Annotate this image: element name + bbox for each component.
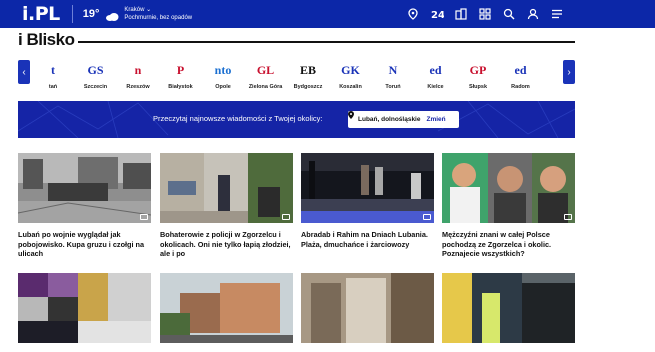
article-card[interactable] bbox=[442, 273, 575, 343]
gallery-icon bbox=[564, 214, 572, 220]
local-news-prompt: Przeczytaj najnowsze wiadomości z Twojej… bbox=[153, 114, 323, 123]
grid-icon[interactable] bbox=[473, 0, 497, 28]
temperature[interactable]: 19° bbox=[83, 8, 100, 20]
svg-text:24: 24 bbox=[431, 10, 444, 20]
user-icon[interactable] bbox=[521, 0, 545, 28]
twentyfour-icon[interactable]: 24 bbox=[425, 0, 449, 28]
buildings-icon[interactable] bbox=[449, 0, 473, 28]
city-logo: ed bbox=[514, 62, 527, 77]
chevron-left-icon: ‹ bbox=[22, 66, 26, 78]
section-title: i Blisko bbox=[18, 30, 75, 49]
article-image bbox=[18, 273, 151, 343]
article-image bbox=[301, 273, 434, 343]
carousel-next-button[interactable]: › bbox=[563, 60, 575, 84]
divider bbox=[71, 5, 73, 23]
city-item[interactable]: ed Radom bbox=[496, 60, 546, 91]
cloud-icon bbox=[105, 9, 119, 21]
article-title[interactable]: Lubań po wojnie wyglądał jak pobojowisko… bbox=[18, 230, 151, 259]
weather-location[interactable]: Kraków ⌄ Pochmurnie, bez opadów bbox=[124, 6, 192, 22]
menu-icon[interactable] bbox=[545, 0, 569, 28]
search-icon[interactable] bbox=[497, 0, 521, 28]
article-card[interactable] bbox=[301, 273, 434, 343]
article-image bbox=[160, 153, 293, 223]
map-pin-icon[interactable] bbox=[401, 0, 425, 28]
article-card[interactable]: Bohaterowie z policji w Zgorzelcu i okol… bbox=[160, 153, 293, 259]
article-image bbox=[442, 153, 575, 223]
city-name: Radom bbox=[511, 84, 530, 90]
location-selector[interactable]: Lubań, dolnośląskie Zmień bbox=[348, 111, 459, 128]
chevron-down-icon: ⌄ bbox=[146, 7, 152, 13]
gallery-icon bbox=[140, 214, 148, 220]
location-value: Lubań, dolnośląskie bbox=[358, 116, 421, 123]
article-title[interactable]: Abradab i Rahim na Dniach Lubania. Plaża… bbox=[301, 230, 434, 249]
local-news-bar: Przeczytaj najnowsze wiadomości z Twojej… bbox=[18, 101, 575, 138]
article-title[interactable]: Bohaterowie z policji w Zgorzelcu i okol… bbox=[160, 230, 293, 259]
article-card[interactable]: Abradab i Rahim na Dniach Lubania. Plaża… bbox=[301, 153, 434, 249]
article-title[interactable]: Mężczyźni znani w całej Polsce pochodzą … bbox=[442, 230, 575, 259]
chevron-right-icon: › bbox=[567, 66, 571, 78]
article-card[interactable] bbox=[18, 273, 151, 343]
site-logo[interactable]: i.PL bbox=[22, 3, 60, 25]
article-image bbox=[18, 153, 151, 223]
article-card[interactable]: Lubań po wojnie wyglądał jak pobojowisko… bbox=[18, 153, 151, 259]
article-image bbox=[442, 273, 575, 343]
city-carousel: ‹ t tań GS Szczecin n Rzeszów P Białystok nto Opo… bbox=[18, 60, 575, 94]
top-navigation-bar: i.PL 19° Kraków ⌄ Pochmurnie, bez opadów… bbox=[0, 0, 655, 28]
article-card[interactable]: Mężczyźni znani w całej Polsce pochodzą … bbox=[442, 153, 575, 259]
article-card[interactable] bbox=[160, 273, 293, 343]
weather-description: Pochmurnie, bez opadów bbox=[124, 15, 193, 21]
change-location-link[interactable]: Zmień bbox=[426, 116, 445, 123]
article-image bbox=[160, 273, 293, 343]
weather-city: Kraków bbox=[124, 7, 145, 13]
article-image bbox=[301, 153, 434, 223]
gallery-icon bbox=[423, 214, 431, 220]
title-rule bbox=[78, 41, 575, 43]
gallery-icon bbox=[282, 214, 290, 220]
